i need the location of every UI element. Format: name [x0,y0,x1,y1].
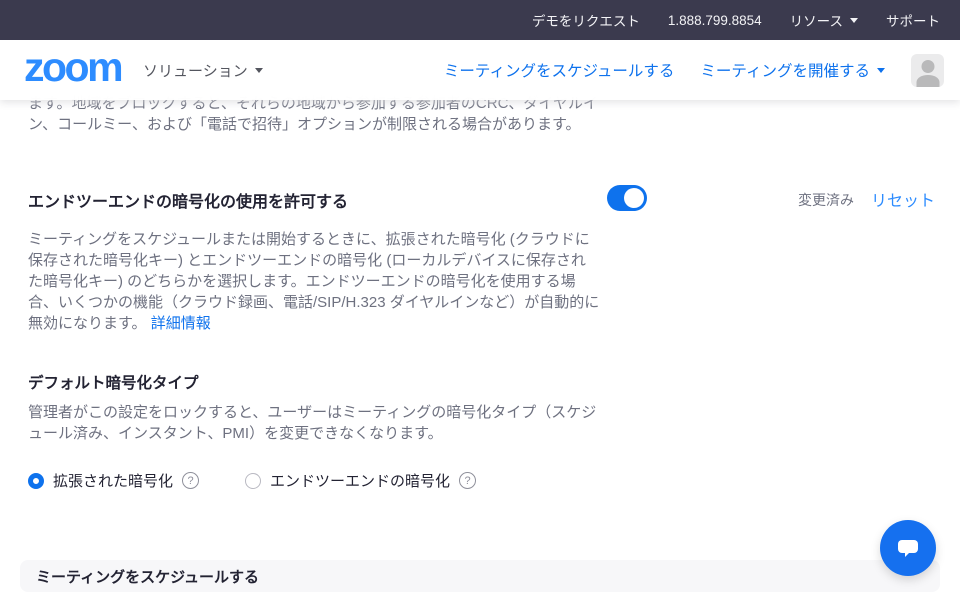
chevron-down-icon [255,68,263,73]
toggle-knob [624,188,644,208]
phone-number[interactable]: 1.888.799.8854 [668,13,762,28]
schedule-meeting-link[interactable]: ミーティングをスケジュールする [444,59,675,81]
user-avatar[interactable] [911,54,944,87]
radio-selected-icon[interactable] [28,473,44,489]
default-encryption-title: デフォルト暗号化タイプ [28,371,199,393]
reset-link[interactable]: リセット [871,187,935,211]
chat-bubble-icon [895,536,921,560]
clipped-paragraph-line2: ン、コールミー、および「電話で招待」オプションが制限される場合があります。 [28,114,608,135]
resources-menu-label: リソース [790,10,843,30]
radio-option-label: 拡張された暗号化 [53,470,173,491]
radio-option-label: エンドツーエンドの暗号化 [270,470,450,491]
zoom-settings-page: デモをリクエスト 1.888.799.8854 リソース サポート ます。地域を… [0,0,960,600]
radio-option-enhanced-encryption[interactable]: 拡張された暗号化 ? [28,470,199,491]
radio-option-e2e-encryption[interactable]: エンドツーエンドの暗号化 ? [245,470,476,491]
header-actions: ミーティングをスケジュールする ミーティングを開催する [444,54,944,87]
solutions-menu[interactable]: ソリューション [143,60,263,81]
e2e-encryption-description: ミーティングをスケジュールまたは開始するときに、拡張された暗号化 (クラウドに保… [28,229,600,334]
default-encryption-description: 管理者がこの設定をロックすると、ユーザーはミーティングの暗号化タイプ（スケジュー… [28,402,600,444]
zoom-logo[interactable]: zoom [24,47,121,94]
help-question-icon[interactable]: ? [459,472,476,489]
solutions-menu-label: ソリューション [143,60,248,81]
chevron-down-icon [850,18,858,23]
avatar-person-icon [916,75,939,87]
host-meeting-label: ミーティングを開催する [700,59,870,81]
e2e-encryption-description-text: ミーティングをスケジュールまたは開始するときに、拡張された暗号化 (クラウドに保… [28,231,599,332]
site-header: zoom ソリューション ミーティングをスケジュールする ミーティングを開催する [0,40,960,100]
help-question-icon[interactable]: ? [182,472,199,489]
schedule-meeting-section-header: ミーティングをスケジュールする [20,560,940,592]
resources-menu[interactable]: リソース [790,10,858,30]
modified-status-badge: 変更済み [798,190,854,210]
request-demo-link[interactable]: デモをリクエスト [532,10,640,30]
encryption-type-radio-group: 拡張された暗号化 ? エンドツーエンドの暗号化 ? [28,470,476,491]
radio-unselected-icon[interactable] [245,473,261,489]
chat-support-button[interactable] [880,520,936,576]
host-meeting-menu[interactable]: ミーティングを開催する [700,59,885,81]
schedule-meeting-section-title: ミーティングをスケジュールする [36,566,259,587]
chevron-down-icon [877,68,885,73]
support-link[interactable]: サポート [886,10,940,30]
e2e-encryption-toggle[interactable] [607,185,647,211]
e2e-encryption-setting-title: エンドツーエンドの暗号化の使用を許可する [28,188,348,212]
top-utility-bar: デモをリクエスト 1.888.799.8854 リソース サポート [0,0,960,40]
learn-more-link[interactable]: 詳細情報 [151,315,211,332]
avatar-person-icon [921,60,934,73]
